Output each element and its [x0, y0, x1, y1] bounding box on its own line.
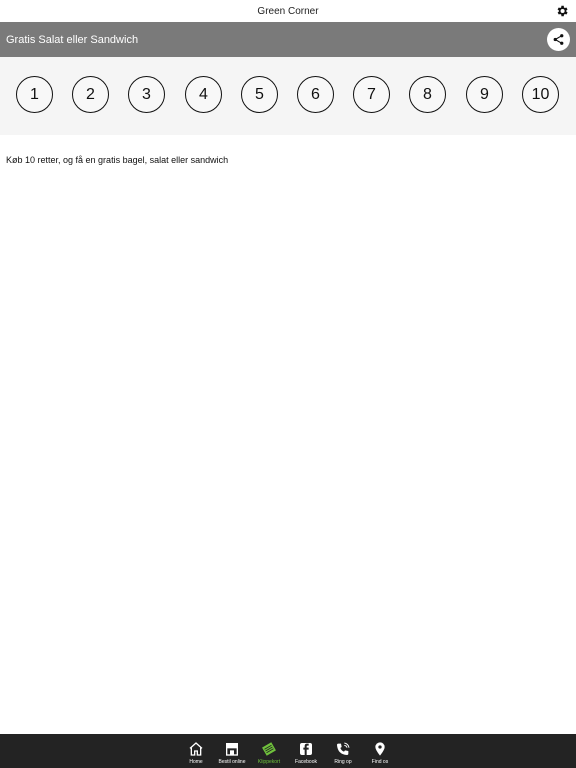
punch-card-icon [262, 741, 276, 756]
nav-home[interactable]: Home [178, 734, 214, 768]
nav-ring-op-label: Ring op [334, 759, 352, 765]
nav-find-os-label: Find os [371, 759, 389, 765]
offer-description: Køb 10 retter, og få en gratis bagel, sa… [6, 155, 229, 165]
home-icon [189, 741, 203, 756]
stamp-7: 7 [353, 76, 390, 113]
settings-button[interactable] [554, 3, 570, 19]
nav-home-label: Home [189, 759, 203, 765]
stamp-5: 5 [241, 76, 278, 113]
stamp-card: 1 2 3 4 5 6 7 8 9 10 [0, 57, 576, 135]
status-bar: Green Corner [0, 0, 576, 22]
share-icon [553, 34, 564, 45]
stamp-10: 10 [522, 76, 559, 113]
map-pin-icon [375, 741, 385, 756]
nav-find-os[interactable]: Find os [362, 734, 398, 768]
stamp-9: 9 [466, 76, 503, 113]
gear-icon [557, 5, 568, 17]
bottom-nav: Home Bestil online Klippekort Facebook R… [0, 734, 576, 768]
stamp-2: 2 [72, 76, 109, 113]
stamp-6: 6 [297, 76, 334, 113]
nav-facebook[interactable]: Facebook [288, 734, 324, 768]
nav-klippekort[interactable]: Klippekort [251, 734, 287, 768]
nav-ring-op[interactable]: Ring op [325, 734, 361, 768]
nav-bestil-online-label: Bestil online [218, 759, 246, 765]
stamp-4: 4 [185, 76, 222, 113]
nav-facebook-label: Facebook [295, 759, 317, 765]
app-title: Green Corner [257, 5, 319, 17]
stamp-8: 8 [409, 76, 446, 113]
stamp-1: 1 [16, 76, 53, 113]
nav-bestil-online[interactable]: Bestil online [214, 734, 250, 768]
share-button[interactable] [547, 28, 570, 51]
phone-icon [337, 742, 350, 755]
store-icon [226, 742, 238, 756]
stamp-3: 3 [128, 76, 165, 113]
page-title: Gratis Salat eller Sandwich [6, 33, 139, 46]
page-header: Gratis Salat eller Sandwich [0, 22, 576, 57]
nav-klippekort-label: Klippekort [257, 759, 281, 765]
facebook-icon [300, 742, 312, 755]
